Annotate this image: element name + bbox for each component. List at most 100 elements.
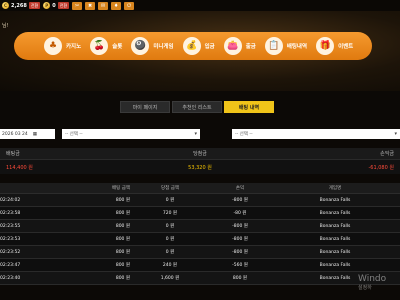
cell-time: 02:23:52 bbox=[0, 249, 21, 255]
cell-bet: 800 원 bbox=[115, 198, 130, 203]
header-bet: 배팅 금액 bbox=[112, 186, 130, 191]
summary-win-value: 53,320 원 bbox=[188, 164, 212, 171]
nav-item-minigame[interactable]: 🎱 미니게임 bbox=[131, 37, 174, 55]
table-header: 배팅 금액 당첨 금액 손익 게임명 bbox=[0, 183, 400, 194]
point-value: 0 bbox=[52, 2, 56, 9]
cell-bet: 800 원 bbox=[115, 224, 130, 229]
gift-icon: 🎁 bbox=[316, 37, 335, 55]
filter-bar: 2026 03 24 ▦ -- 선택 -- -- 선택 -- bbox=[0, 129, 400, 141]
cell-win: 0 원 bbox=[165, 250, 175, 255]
summary-values: 114,400 원 53,320 원 -61,080 원 bbox=[0, 160, 400, 174]
money-display: C 2,268 전환 bbox=[2, 2, 41, 9]
cell-game: Bonanza Falls bbox=[319, 236, 351, 242]
logout-icon[interactable]: ⏻ bbox=[124, 1, 135, 10]
game-select[interactable]: -- 선택 -- bbox=[232, 129, 400, 139]
cell-win: 240 원 bbox=[162, 263, 178, 268]
tab-bet-history[interactable]: 배팅 내역 bbox=[224, 101, 274, 113]
cell-win: 1,600 원 bbox=[160, 276, 180, 281]
summary-header-bet: 배팅금 bbox=[6, 151, 20, 157]
watermark-line1: Windo bbox=[358, 274, 387, 284]
cell-win: 0 원 bbox=[165, 237, 175, 242]
greeting-text: 님! bbox=[2, 23, 9, 29]
cell-time: 02:23:58 bbox=[0, 210, 21, 216]
table-row: 02:23:58 800 원 720 원 -80 원 Bonanza Falls bbox=[0, 207, 400, 220]
cell-win: 0 원 bbox=[165, 224, 175, 229]
nav-item-label: 배팅내역 bbox=[286, 44, 308, 50]
cell-time: 02:23:53 bbox=[0, 236, 21, 242]
point-convert-button[interactable]: 전환 bbox=[57, 2, 70, 9]
nav-item-label: 카지노 bbox=[66, 44, 82, 50]
billiard-icon: 🎱 bbox=[131, 37, 150, 55]
cell-game: Bonanza Falls bbox=[319, 197, 351, 203]
money-convert-button[interactable]: 전환 bbox=[28, 2, 41, 9]
date-value: 2026 03 24 bbox=[2, 131, 28, 137]
cell-time: 02:24:02 bbox=[0, 197, 21, 203]
nav-item-label: 슬롯 bbox=[112, 44, 123, 50]
summary-profit-value: -61,080 원 bbox=[368, 164, 394, 171]
nav-item-label: 이벤트 bbox=[338, 44, 354, 50]
game-type-select[interactable]: -- 선택 -- bbox=[62, 129, 200, 139]
cell-game: Bonanza Falls bbox=[319, 249, 351, 255]
cell-profit: -800 원 bbox=[232, 224, 248, 229]
calendar-icon: ▦ bbox=[32, 131, 38, 137]
cell-profit: -800 원 bbox=[232, 237, 248, 242]
cell-profit: -80 원 bbox=[233, 211, 247, 216]
table-row: 02:23:55 800 원 0 원 -800 원 Bonanza Falls bbox=[0, 220, 400, 233]
cell-game: Bonanza Falls bbox=[319, 210, 351, 216]
summary-bet-value: 114,400 원 bbox=[6, 164, 33, 171]
summary-header-profit: 손익금 bbox=[380, 151, 394, 157]
nav-item-withdraw[interactable]: 👛 출금 bbox=[223, 37, 256, 55]
utensils-icon[interactable]: ✖ bbox=[85, 1, 96, 10]
date-input[interactable]: 2026 03 24 ▦ bbox=[0, 129, 55, 139]
summary-header-win: 당첨금 bbox=[193, 151, 207, 157]
cell-profit: -800 원 bbox=[232, 250, 248, 255]
cell-bet: 800 원 bbox=[115, 276, 130, 281]
cell-win: 720 원 bbox=[162, 211, 178, 216]
point-icon: P bbox=[43, 2, 51, 9]
nav-item-casino[interactable]: ♣ 카지노 bbox=[44, 37, 81, 55]
nav-item-label: 미니게임 bbox=[153, 44, 174, 50]
scissors-icon[interactable]: ✂ bbox=[72, 1, 83, 10]
slot-icon: 🍒 bbox=[90, 37, 109, 55]
nav-item-slot[interactable]: 🍒 슬롯 bbox=[90, 37, 122, 55]
cell-win: 0 원 bbox=[165, 198, 175, 203]
table-row: 02:23:40 800 원 1,600 원 800 원 Bonanza Falls bbox=[0, 272, 400, 285]
summary-panel: 배팅금 당첨금 손익금 114,400 원 53,320 원 -61,080 원 bbox=[0, 148, 400, 178]
nav-item-deposit[interactable]: 💰 입금 bbox=[182, 37, 215, 55]
cell-game: Bonanza Falls bbox=[319, 262, 351, 268]
nav-item-event[interactable]: 🎁 이벤트 bbox=[316, 37, 353, 55]
tab-my-page[interactable]: 마이 페이지 bbox=[120, 101, 170, 113]
tab-referral-list[interactable]: 추천인 리스트 bbox=[172, 101, 222, 113]
cell-bet: 800 원 bbox=[115, 263, 130, 268]
select-value: -- 선택 -- bbox=[235, 132, 253, 137]
table-row: 02:23:52 800 원 0 원 -800 원 Bonanza Falls bbox=[0, 246, 400, 259]
point-display: P 0 전환 bbox=[43, 2, 70, 9]
table-row: 02:23:53 800 원 0 원 -800 원 Bonanza Falls bbox=[0, 233, 400, 246]
cell-time: 02:23:55 bbox=[0, 223, 21, 229]
coins-icon: 💰 bbox=[182, 37, 201, 55]
cell-profit: -560 원 bbox=[232, 263, 248, 268]
cell-bet: 800 원 bbox=[115, 211, 130, 216]
cell-bet: 800 원 bbox=[115, 237, 130, 242]
header-win: 당첨 금액 bbox=[161, 186, 179, 191]
nav-item-label: 출금 bbox=[245, 44, 256, 50]
watermark-line2: 설정하 bbox=[358, 285, 372, 291]
table-row: 02:24:02 800 원 0 원 -800 원 Bonanza Falls bbox=[0, 194, 400, 207]
clipboard-icon: 📋 bbox=[264, 37, 283, 55]
coin-icon: C bbox=[2, 2, 9, 9]
mail-icon[interactable]: ✉ bbox=[98, 1, 109, 10]
table-row: 02:23:47 800 원 240 원 -560 원 Bonanza Falls bbox=[0, 259, 400, 272]
cell-profit: 800 원 bbox=[232, 276, 248, 281]
cell-time: 02:23:47 bbox=[0, 262, 21, 268]
cards-icon: ♣ bbox=[44, 37, 62, 55]
bell-icon[interactable]: ♦ bbox=[111, 1, 122, 10]
page-tabs: 마이 페이지 추천인 리스트 배팅 내역 bbox=[120, 101, 274, 113]
top-bar: C 2,268 전환 P 0 전환 ✂ ✖ ✉ ♦ ⏻ bbox=[0, 0, 400, 11]
wallet-icon: 👛 bbox=[223, 37, 242, 55]
money-value: 2,268 bbox=[11, 2, 27, 9]
nav-item-bet-history[interactable]: 📋 배팅내역 bbox=[264, 37, 308, 55]
summary-header: 배팅금 당첨금 손익금 bbox=[0, 148, 400, 160]
windows-watermark: Windo 설정하 bbox=[358, 275, 386, 293]
header-game: 게임명 bbox=[328, 186, 342, 191]
bet-history-table: 배팅 금액 당첨 금액 손익 게임명 02:24:02 800 원 0 원 -800 … bbox=[0, 183, 400, 285]
